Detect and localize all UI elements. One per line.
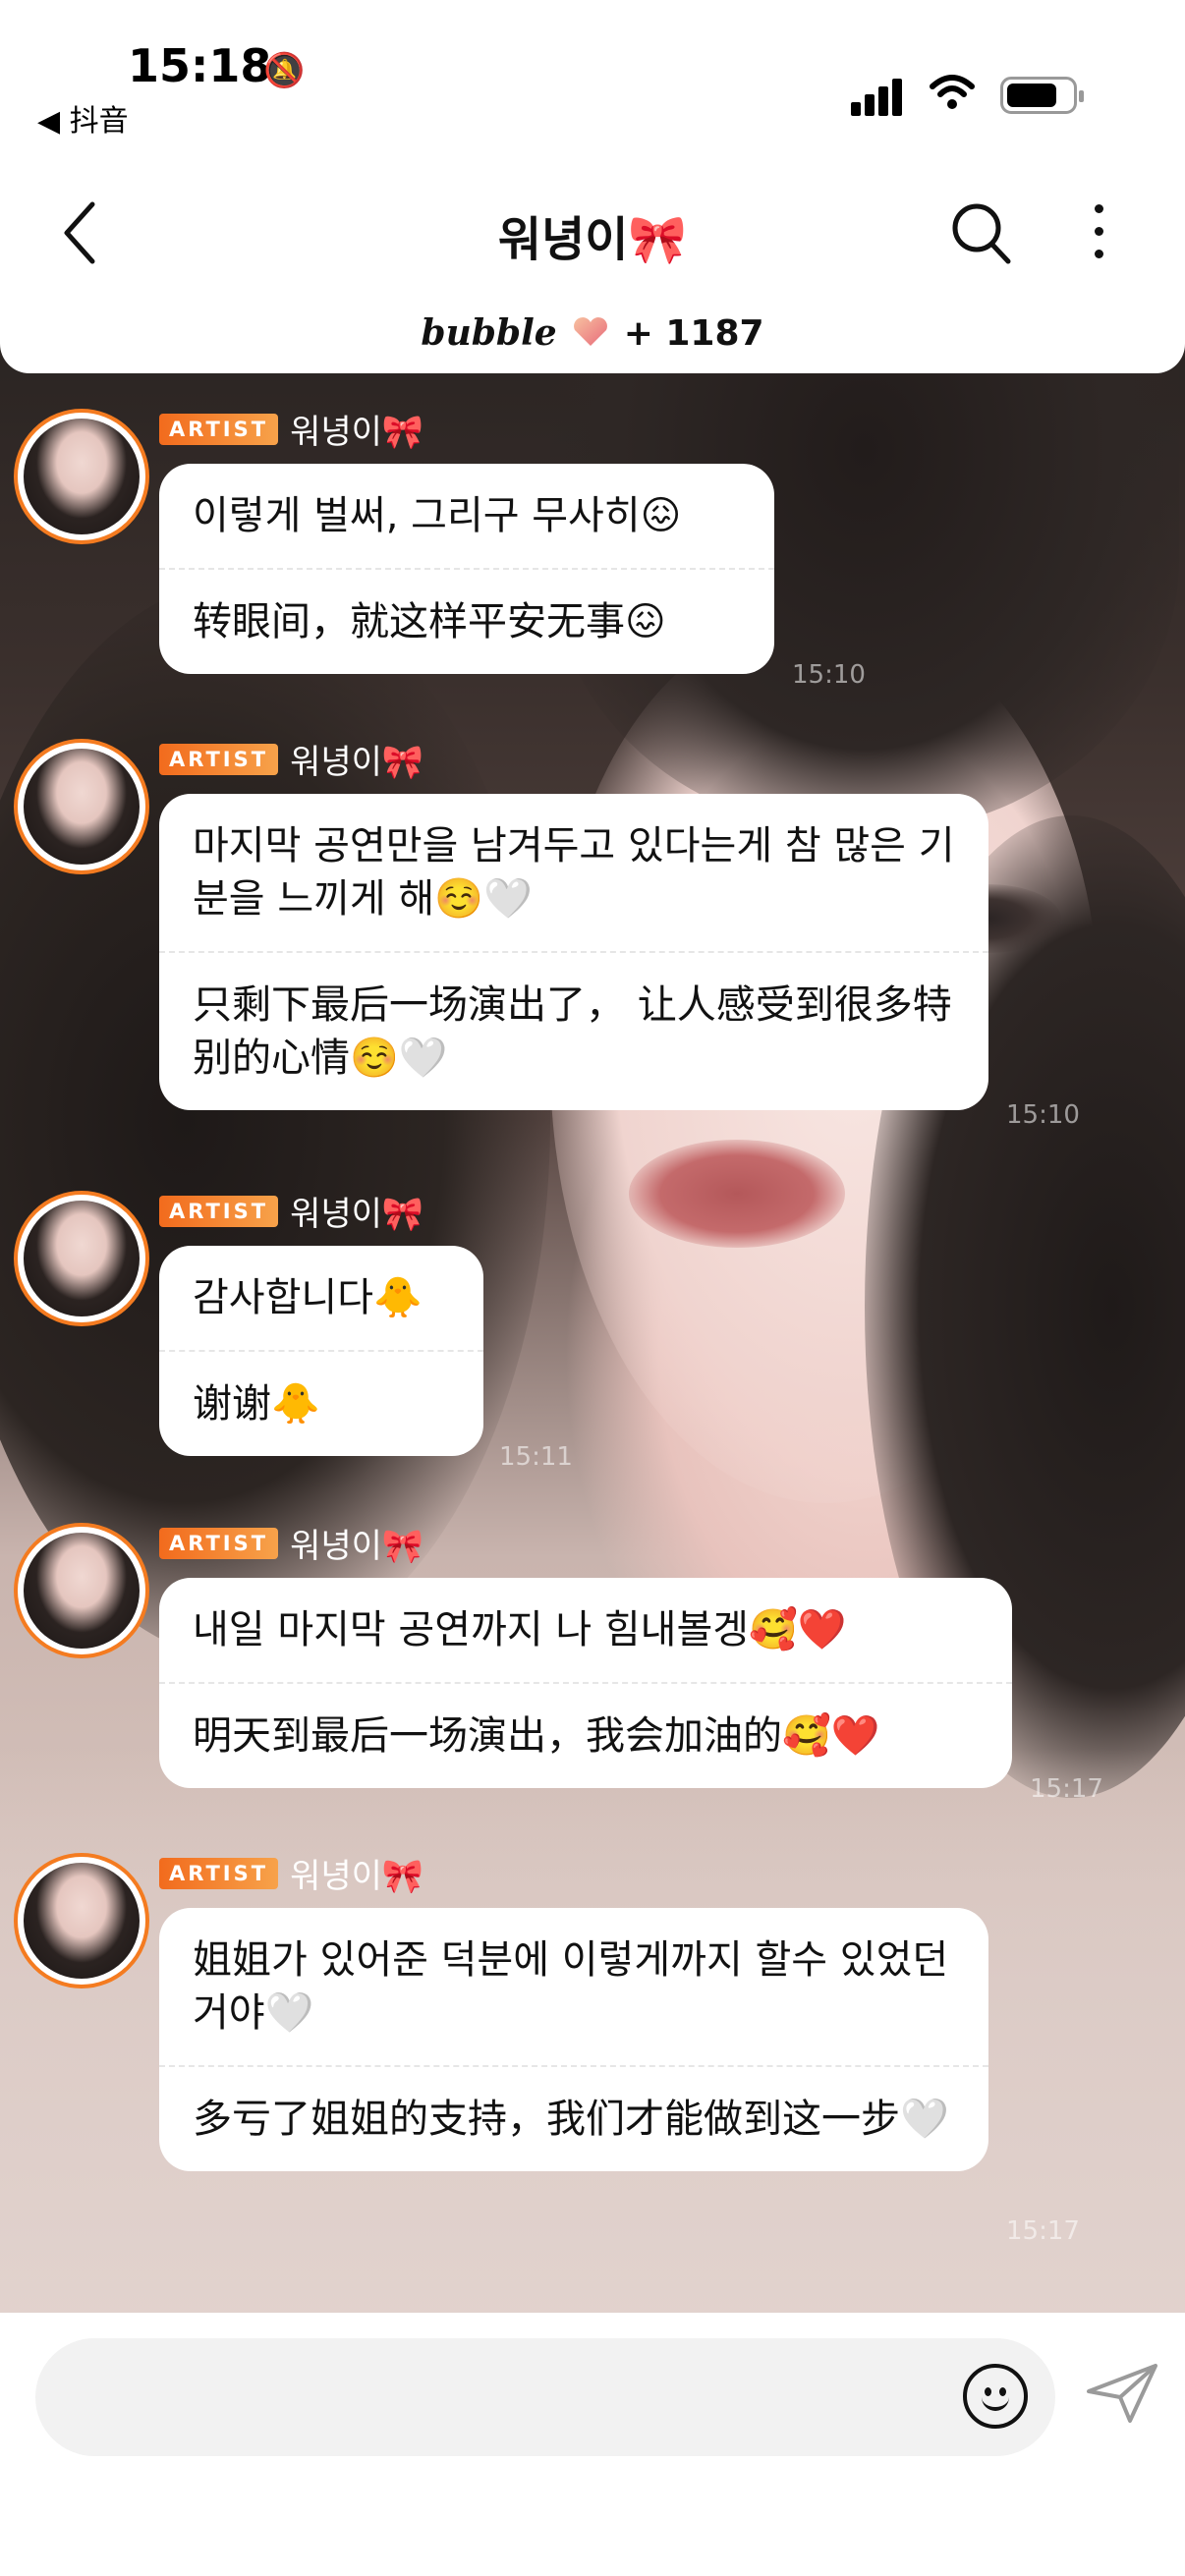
artist-badge: ARTIST	[159, 1857, 279, 1889]
message-text: 이렇게 벌써, 그리구 무사히😖	[193, 493, 682, 538]
chat-header: 워녕이🎀 bubble + 1187	[0, 147, 1185, 373]
message-time: 15:10	[792, 660, 866, 690]
message-text: 姐姐가 있어준 덕분에 이렇게까지 할수 있었던거야🤍	[193, 1937, 949, 2036]
avatar[interactable]	[14, 739, 149, 874]
message-text: 감사합니다🐥	[193, 1275, 423, 1320]
message-time: 15:17	[1006, 2216, 1080, 2246]
message-bubble[interactable]: 이렇게 벌써, 그리구 무사히😖 转眼间，就这样平安无事😖	[159, 464, 774, 674]
message-bubble[interactable]: 마지막 공연만을 남겨두고 있다는게 참 많은 기분을 느끼게 해☺️🤍 只剩下…	[159, 794, 988, 1110]
send-icon[interactable]	[1085, 2362, 1159, 2429]
status-bar: 15:18 🔕 ◀ 抖音	[0, 0, 1185, 147]
message-text: 내일 마지막 공연까지 나 힘내볼겡🥰❤️	[193, 1607, 847, 1652]
sender-name: 워녕이🎀	[290, 743, 424, 782]
avatar[interactable]	[14, 1853, 149, 1988]
bubble-subscriber-info: bubble + 1187	[0, 312, 1185, 354]
status-time: 15:18	[128, 39, 272, 92]
message-bubble[interactable]: 감사합니다🐥 谢谢🐥	[159, 1246, 483, 1456]
battery-icon	[1000, 77, 1084, 114]
back-to-app-link[interactable]: ◀ 抖音	[37, 96, 129, 140]
message-bubble[interactable]: 姐姐가 있어준 덕분에 이렇게까지 할수 있었던거야🤍 多亏了姐姐的支持，我们才…	[159, 1908, 988, 2171]
message-input[interactable]	[35, 2338, 1055, 2456]
message-time: 15:10	[1006, 1100, 1080, 1130]
artist-badge: ARTIST	[159, 743, 279, 775]
bubble-brand: bubble	[421, 312, 557, 354]
sender-name: 워녕이🎀	[290, 1527, 424, 1566]
artist-badge: ARTIST	[159, 1527, 279, 1559]
search-icon[interactable]	[949, 198, 1012, 271]
message-time: 15:11	[499, 1442, 573, 1472]
mute-bell-icon: 🔕	[263, 51, 306, 90]
sender-name: 워녕이🎀	[290, 413, 424, 452]
message-translation: 谢谢🐥	[159, 1350, 483, 1456]
message-text: 마지막 공연만을 남겨두고 있다는게 참 많은 기분을 느끼게 해☺️🤍	[193, 823, 955, 922]
subscriber-count: + 1187	[623, 313, 764, 354]
more-vertical-icon[interactable]	[1091, 204, 1106, 263]
sender-name: 워녕이🎀	[290, 1857, 424, 1896]
message-time: 15:17	[1030, 1774, 1103, 1804]
message-translation: 只剩下最后一场演出了， 让人感受到很多特别的心情☺️🤍	[159, 951, 988, 1110]
avatar[interactable]	[14, 1191, 149, 1326]
emoji-icon[interactable]	[963, 2364, 1028, 2429]
avatar[interactable]	[14, 409, 149, 544]
message-bubble[interactable]: 내일 마지막 공연까지 나 힘내볼겡🥰❤️ 明天到最后一场演出，我会加油的🥰❤️	[159, 1578, 1012, 1788]
message-translation: 多亏了姐姐的支持，我们才能做到这一步🤍	[159, 2065, 988, 2171]
artist-badge: ARTIST	[159, 1195, 279, 1227]
message-translation: 转眼间，就这样平安无事😖	[159, 568, 774, 674]
heart-icon	[571, 315, 610, 346]
message-input-bar	[0, 2313, 1185, 2576]
cellular-signal-icon	[851, 77, 904, 116]
sender-name: 워녕이🎀	[290, 1195, 424, 1234]
message-translation: 明天到最后一场演出，我会加油的🥰❤️	[159, 1682, 1012, 1788]
avatar[interactable]	[14, 1523, 149, 1658]
wifi-icon	[930, 73, 975, 122]
artist-badge: ARTIST	[159, 413, 279, 445]
